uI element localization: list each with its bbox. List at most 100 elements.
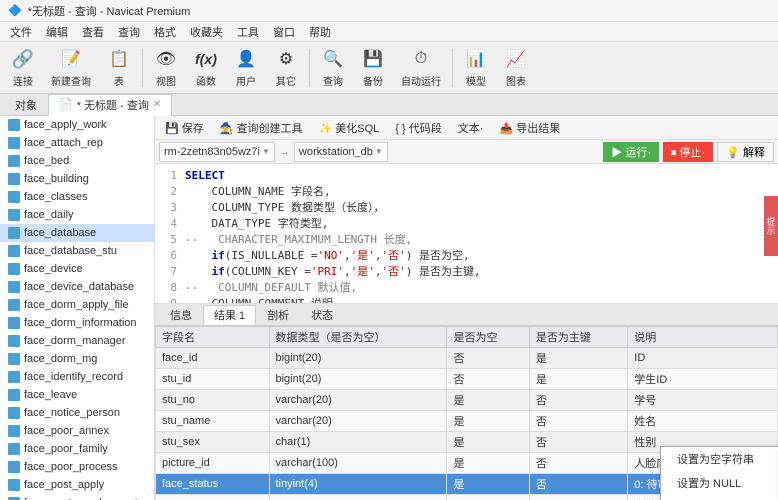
- connection-selector[interactable]: rm-2zetn83n05wz7i ▼: [159, 142, 275, 162]
- query-toolbar: 💾 保存 🧙 查询创建工具 ✨ 美化SQL { } 代码段 文本· 📤 导出结果: [155, 116, 778, 140]
- sidebar-item-label: face_leave: [24, 389, 77, 401]
- database-selector[interactable]: workstation_db ▼: [294, 142, 388, 162]
- table-icon: 📋: [107, 48, 131, 71]
- col-header-nullable: 是否为空: [447, 327, 529, 348]
- sql-line-1: 1 SELECT: [163, 168, 770, 184]
- sidebar-item-face-bed[interactable]: face_bed: [0, 152, 154, 170]
- sidebar-item-face-attach-rep[interactable]: face_attach_rep: [0, 134, 154, 152]
- tab-query-icon: 📄: [59, 98, 73, 111]
- user-button[interactable]: 👤 用户: [227, 45, 265, 91]
- sidebar-item-face-dorm-information[interactable]: face_dorm_information: [0, 314, 154, 332]
- menu-file[interactable]: 文件: [4, 22, 38, 42]
- sidebar-item-face-dorm-apply-file[interactable]: face_dorm_apply_file: [0, 296, 154, 314]
- beautify-button[interactable]: ✨ 美化SQL: [313, 119, 386, 137]
- sidebar: face_apply_work face_attach_rep face_bed…: [0, 116, 155, 500]
- function-icon: f(x): [194, 48, 218, 71]
- results-tabs: 信息 结果 1 剖析 状态: [155, 304, 778, 326]
- menu-edit[interactable]: 编辑: [40, 22, 74, 42]
- connection-arrow: ▼: [262, 147, 270, 156]
- tab-object[interactable]: 对象: [4, 94, 48, 116]
- sidebar-item-face-identify-record[interactable]: face_identify_record: [0, 368, 154, 386]
- sidebar-item-face-database[interactable]: face_database: [0, 224, 154, 242]
- table-button[interactable]: 📋 表: [100, 45, 138, 91]
- table-icon: [8, 425, 20, 437]
- sidebar-item-face-post-employment[interactable]: face_post_employment: [0, 494, 154, 500]
- table-icon: [8, 443, 20, 455]
- table-row[interactable]: stu_idbigint(20)否是学生ID: [156, 369, 778, 390]
- context-menu-item-set-null[interactable]: 设置为 NULL: [661, 471, 778, 495]
- stop-button[interactable]: ⏹ 停止·: [663, 142, 713, 162]
- connect-button[interactable]: 🔗 连接: [4, 45, 42, 91]
- model-label: 模型: [466, 73, 486, 88]
- sql-line-3: 3 COLUMN_TYPE 数据类型（长度），: [163, 200, 770, 216]
- sidebar-item-face-dorm-mg[interactable]: face_dorm_mg: [0, 350, 154, 368]
- sidebar-item-face-daily[interactable]: face_daily: [0, 206, 154, 224]
- sidebar-item-face-database-stu[interactable]: face_database_stu: [0, 242, 154, 260]
- db-arrow-separator: →: [279, 146, 290, 158]
- menu-window[interactable]: 窗口: [267, 22, 301, 42]
- menu-query[interactable]: 查询: [112, 22, 146, 42]
- explain-button[interactable]: 💡 解释: [717, 142, 774, 162]
- context-menu-item-delete-record[interactable]: 删除记录: [661, 495, 778, 500]
- table-row[interactable]: face_idbigint(20)否是ID: [156, 348, 778, 369]
- sidebar-item-face-classes[interactable]: face_classes: [0, 188, 154, 206]
- table-icon: [8, 137, 20, 149]
- separator-2: [309, 49, 310, 87]
- save-button[interactable]: 💾 保存: [159, 119, 210, 137]
- results-tab-info[interactable]: 信息: [159, 305, 203, 325]
- menu-favorites[interactable]: 收藏夹: [184, 22, 229, 42]
- auto-run-button[interactable]: ⏱ 自动运行: [394, 45, 448, 91]
- tab-query[interactable]: 📄 * 无标题 - 查询 ✕: [48, 94, 172, 116]
- query-icon: 🔍: [321, 48, 345, 71]
- table-row[interactable]: stu_namevarchar(20)是否姓名: [156, 411, 778, 432]
- code-segment-button[interactable]: { } 代码段: [389, 119, 447, 137]
- sql-editor[interactable]: 1 SELECT 2 COLUMN_NAME 字段名, 3 COLUMN_TYP…: [155, 164, 778, 304]
- titlebar: 🔷 *无标题 - 查询 - Navicat Premium: [0, 0, 778, 22]
- run-button[interactable]: ▶ 运行·: [603, 142, 659, 162]
- menu-format[interactable]: 格式: [148, 22, 182, 42]
- table-icon: [8, 317, 20, 329]
- sidebar-item-face-device-database[interactable]: face_device_database: [0, 278, 154, 296]
- sidebar-item-face-device[interactable]: face_device: [0, 260, 154, 278]
- hint-tab[interactable]: 提示: [764, 196, 778, 256]
- menu-tools[interactable]: 工具: [231, 22, 265, 42]
- table-icon: [8, 209, 20, 221]
- table-row[interactable]: stu_novarchar(20)是否学号: [156, 390, 778, 411]
- sidebar-item-face-building[interactable]: face_building: [0, 170, 154, 188]
- other-button[interactable]: ⚙ 其它: [267, 45, 305, 91]
- backup-button[interactable]: 💾 备份: [354, 45, 392, 91]
- sidebar-item-face-dorm-manager[interactable]: face_dorm_manager: [0, 332, 154, 350]
- model-button[interactable]: 📊 模型: [457, 45, 495, 91]
- col-header-field: 字段名: [156, 327, 270, 348]
- view-button[interactable]: 👁 视图: [147, 45, 185, 91]
- sidebar-item-face-leave[interactable]: face_leave: [0, 386, 154, 404]
- text-button[interactable]: 文本·: [452, 119, 490, 137]
- menu-view[interactable]: 查看: [76, 22, 110, 42]
- sidebar-item-face-poor-annex[interactable]: face_poor_annex: [0, 422, 154, 440]
- sidebar-item-label: face_building: [24, 173, 89, 185]
- sidebar-item-face-post-apply[interactable]: face_post_apply: [0, 476, 154, 494]
- tab-query-close[interactable]: ✕: [153, 99, 161, 110]
- table-icon: [8, 281, 20, 293]
- function-button[interactable]: f(x) 函数: [187, 45, 225, 91]
- query-button[interactable]: 🔍 查询: [314, 45, 352, 91]
- table-icon: [8, 173, 20, 185]
- sidebar-item-face-notice-person[interactable]: face_notice_person: [0, 404, 154, 422]
- context-menu-item-set-empty[interactable]: 设置为空字符串: [661, 447, 778, 471]
- sidebar-item-face-apply-work[interactable]: face_apply_work: [0, 116, 154, 134]
- menu-help[interactable]: 帮助: [303, 22, 337, 42]
- sql-line-4: 4 DATA_TYPE 字符类型,: [163, 216, 770, 232]
- table-icon: [8, 461, 20, 473]
- query-wizard-button[interactable]: 🧙 查询创建工具: [214, 119, 309, 137]
- results-tab-1[interactable]: 结果 1: [203, 305, 256, 325]
- chart-button[interactable]: 📈 图表: [497, 45, 535, 91]
- tab-object-label: 对象: [15, 97, 37, 113]
- results-tab-profiling[interactable]: 剖析: [256, 305, 300, 325]
- results-tab-status[interactable]: 状态: [300, 305, 344, 325]
- new-query-button[interactable]: 📝 新建查询: [44, 45, 98, 91]
- export-button[interactable]: 📤 导出结果: [493, 119, 566, 137]
- sidebar-item-face-poor-family[interactable]: face_poor_family: [0, 440, 154, 458]
- col-header-comment: 说明: [628, 327, 778, 348]
- auto-run-label: 自动运行: [401, 73, 441, 88]
- sidebar-item-face-poor-process[interactable]: face_poor_process: [0, 458, 154, 476]
